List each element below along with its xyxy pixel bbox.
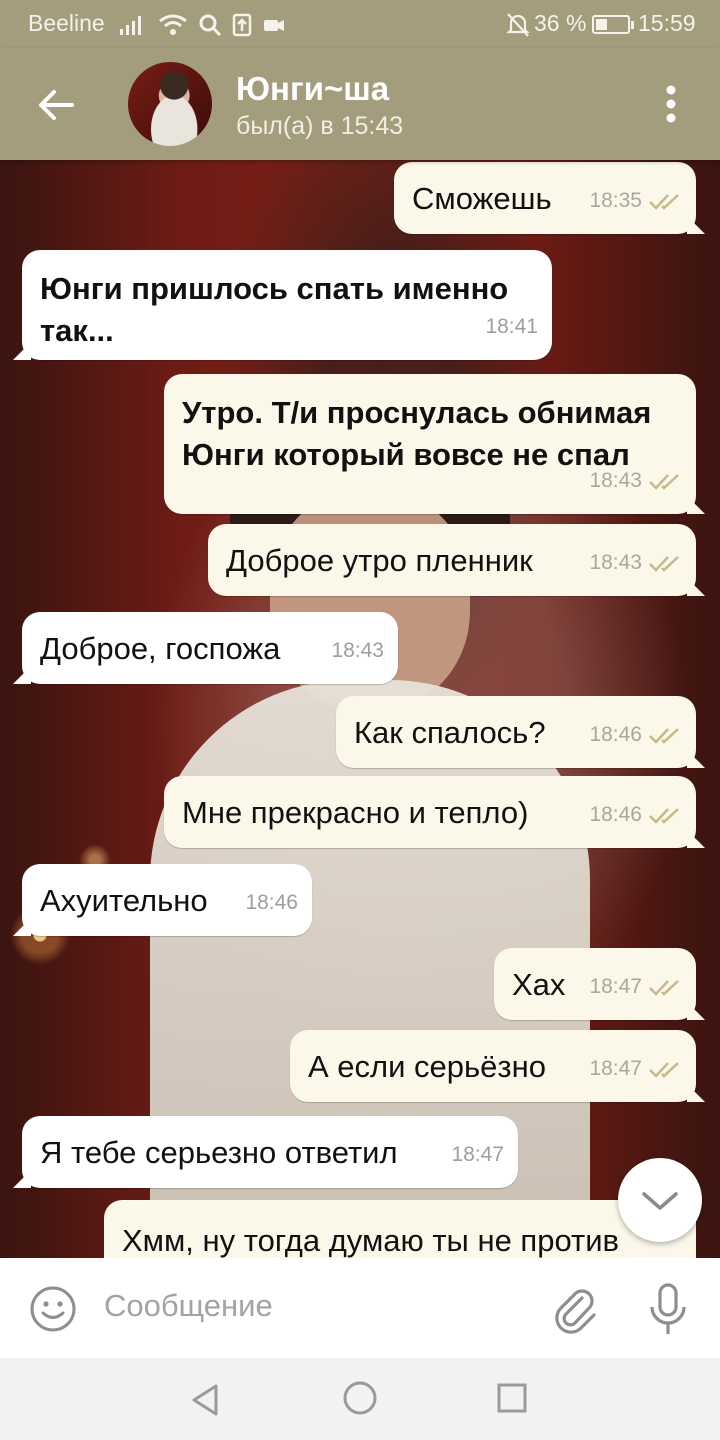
message-bubble-outgoing[interactable]: Хмм, ну тогда думаю ты не против xyxy=(104,1200,696,1258)
message-text: Доброе утро пленник xyxy=(226,543,533,578)
microphone-icon[interactable] xyxy=(644,1282,692,1338)
message-bubble-incoming[interactable]: Ахуительно 18:46 xyxy=(22,864,312,936)
message-meta: 18:46 xyxy=(589,714,682,756)
message-time: 18:46 xyxy=(245,891,298,914)
contact-name[interactable]: Юнги~ша xyxy=(236,70,389,108)
double-check-icon xyxy=(649,474,679,490)
scroll-down-button[interactable] xyxy=(618,1158,702,1242)
message-text: Я тебе серьезно ответил xyxy=(40,1135,398,1170)
message-bubble-incoming[interactable]: Доброе, госпожа 18:43 xyxy=(22,612,398,684)
system-nav-bar xyxy=(0,1358,720,1440)
nav-back-icon[interactable] xyxy=(188,1382,222,1418)
message-text: Сможешь xyxy=(412,181,552,216)
message-bubble-incoming[interactable]: Юнги пришлось спать именно так... 18:41 xyxy=(22,250,552,360)
message-time: 18:43 xyxy=(589,551,642,574)
status-icons xyxy=(118,10,286,40)
battery-icon xyxy=(592,15,634,34)
status-time: 15:59 xyxy=(638,10,696,36)
message-meta: 18:46 xyxy=(589,794,682,836)
chevron-down-icon xyxy=(642,1192,678,1210)
double-check-icon xyxy=(649,194,679,210)
message-bubble-outgoing[interactable]: Хах 18:47 xyxy=(494,948,696,1020)
message-meta: 18:47 xyxy=(451,1134,504,1176)
message-line: так... xyxy=(40,313,114,348)
message-time: 18:43 xyxy=(331,639,384,662)
message-meta: 18:35 xyxy=(589,180,682,222)
search-icon xyxy=(199,14,222,37)
battery-percent: 36 % xyxy=(534,10,587,36)
double-check-icon xyxy=(649,808,679,824)
video-icon xyxy=(264,20,284,31)
message-time: 18:47 xyxy=(589,975,642,998)
carrier-name: Beeline xyxy=(28,10,105,36)
message-meta: 18:46 xyxy=(245,882,298,924)
message-time: 18:47 xyxy=(451,1143,504,1166)
message-time: 18:43 xyxy=(589,469,642,492)
smile-icon[interactable] xyxy=(28,1284,78,1334)
status-bar: Beeline 36 % 15:59 xyxy=(0,0,720,48)
message-meta: 18:43 xyxy=(589,460,682,502)
message-text: Доброе, госпожа xyxy=(40,631,281,666)
message-line: Юнги пришлось спать именно xyxy=(40,271,509,306)
bell-off-icon xyxy=(506,13,530,37)
message-meta: 18:43 xyxy=(331,630,384,672)
message-time: 18:47 xyxy=(589,1057,642,1080)
message-bubble-outgoing[interactable]: Мне прекрасно и тепло) 18:46 xyxy=(164,776,696,848)
message-text: Хмм, ну тогда думаю ты не против xyxy=(122,1223,619,1258)
message-text: Хах xyxy=(512,967,566,1002)
message-time: 18:35 xyxy=(589,189,642,212)
double-check-icon xyxy=(649,556,679,572)
avatar[interactable] xyxy=(128,62,212,146)
double-check-icon xyxy=(649,980,679,996)
back-arrow-icon[interactable] xyxy=(30,80,80,130)
message-text: Как спалось? xyxy=(354,715,546,750)
message-text: Утро. Т/и проснулась обнимая Юнги которы… xyxy=(182,392,651,476)
paperclip-icon[interactable] xyxy=(552,1284,600,1336)
message-time: 18:41 xyxy=(485,315,538,338)
double-check-icon xyxy=(649,728,679,744)
message-bubble-outgoing[interactable]: Утро. Т/и проснулась обнимая Юнги которы… xyxy=(164,374,696,514)
message-time: 18:46 xyxy=(589,723,642,746)
message-bubble-outgoing[interactable]: Доброе утро пленник 18:43 xyxy=(208,524,696,596)
chat-header: Юнги~ша был(а) в 15:43 xyxy=(0,48,720,160)
last-seen-status: был(а) в 15:43 xyxy=(236,112,404,140)
message-text: Юнги пришлось спать именно так... xyxy=(40,268,508,352)
message-text: А если серьёзно xyxy=(308,1049,546,1084)
double-check-icon xyxy=(649,1062,679,1078)
more-vert-icon[interactable] xyxy=(656,82,686,126)
message-meta: 18:41 xyxy=(485,306,538,348)
message-bubble-outgoing[interactable]: Как спалось? 18:46 xyxy=(336,696,696,768)
composer-bar: Сообщение xyxy=(0,1258,720,1358)
chat-background: Сможешь 18:35 Юнги пришлось спать именно… xyxy=(0,160,720,1258)
message-meta: 18:47 xyxy=(589,1048,682,1090)
message-bubble-outgoing[interactable]: Сможешь 18:35 xyxy=(394,162,696,234)
message-text: Мне прекрасно и тепло) xyxy=(182,795,529,830)
message-line: Утро. Т/и проснулась обнимая xyxy=(182,395,652,430)
message-bubble-outgoing[interactable]: А если серьёзно 18:47 xyxy=(290,1030,696,1102)
signal-icon xyxy=(120,16,141,35)
message-text: Ахуительно xyxy=(40,883,208,918)
message-bubble-incoming[interactable]: Я тебе серьезно ответил 18:47 xyxy=(22,1116,518,1188)
message-input[interactable]: Сообщение xyxy=(104,1288,273,1324)
message-meta: 18:43 xyxy=(589,542,682,584)
message-time: 18:46 xyxy=(589,803,642,826)
upload-icon xyxy=(232,13,252,37)
nav-home-icon[interactable] xyxy=(342,1380,378,1416)
wifi-icon xyxy=(159,14,187,35)
message-meta: 18:47 xyxy=(589,966,682,1008)
message-line: Юнги который вовсе не спал xyxy=(182,437,630,472)
nav-recent-apps-icon[interactable] xyxy=(496,1382,528,1414)
